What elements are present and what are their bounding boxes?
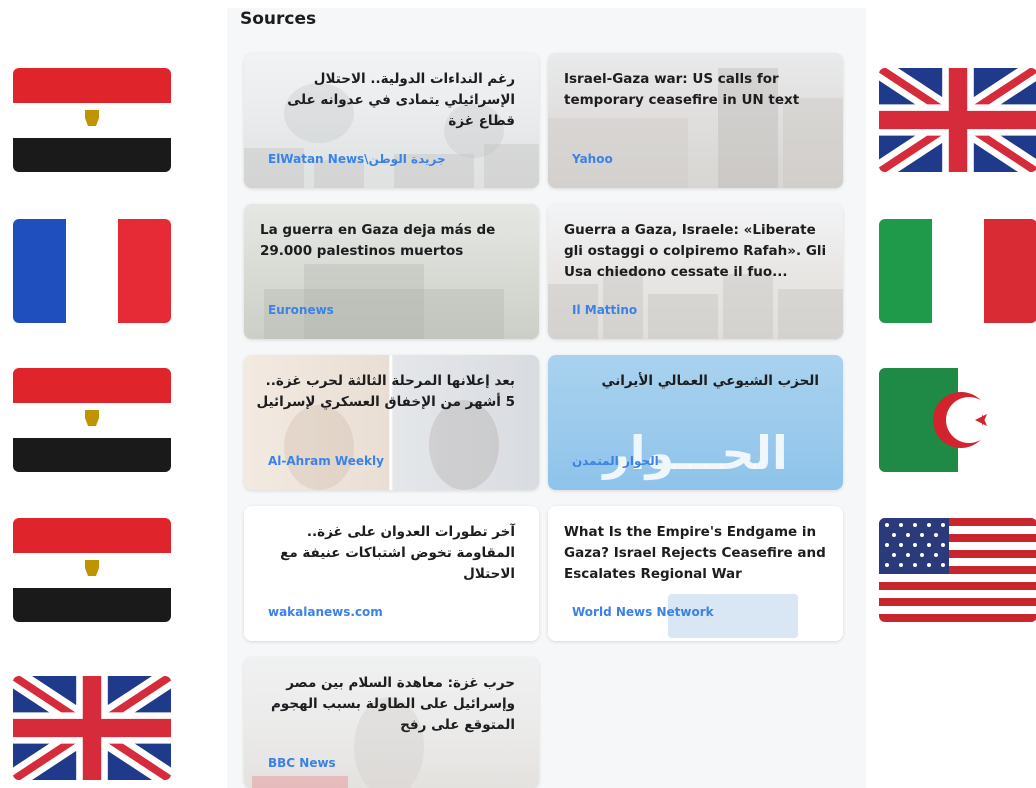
source-card-euronews[interactable]: La guerra en Gaza deja más de 29.000 pal… xyxy=(244,204,539,339)
source-card-elwatan[interactable]: رغم النداءات الدولية.. الاحتلال الإسرائي… xyxy=(244,53,539,188)
sources-heading: Sources xyxy=(240,9,317,29)
source-card-wnn[interactable]: What Is the Empire's Endgame in Gaza? Is… xyxy=(548,506,843,641)
source-card-yahoo[interactable]: Israel-Gaza war: US calls for temporary … xyxy=(548,53,843,188)
card-source[interactable]: الحوار المتمدن xyxy=(572,454,659,468)
uk-flag-icon xyxy=(879,68,1036,172)
italy-flag-icon xyxy=(879,219,1036,323)
egypt-flag-icon xyxy=(13,68,171,172)
card-title[interactable]: Guerra a Gaza, Israele: «Liberate gli os… xyxy=(564,220,827,283)
source-card-ilmattino[interactable]: Guerra a Gaza, Israele: «Liberate gli os… xyxy=(548,204,843,339)
card-title[interactable]: بعد إعلانها المرحلة الثالثة لحرب غزة.. 5… xyxy=(256,371,515,413)
card-title[interactable]: حرب غزة: معاهدة السلام بين مصر وإسرائيل … xyxy=(256,673,515,736)
source-card-hiwar[interactable]: الحـــوار الحزب الشيوعي العمالي الأيراني… xyxy=(548,355,843,490)
card-source[interactable]: BBC News xyxy=(268,756,336,770)
source-card-alahram[interactable]: بعد إعلانها المرحلة الثالثة لحرب غزة.. 5… xyxy=(244,355,539,490)
source-card-wakalanews[interactable]: آخر تطورات العدوان على غزة.. المقاومة تخ… xyxy=(244,506,539,641)
card-title[interactable]: رغم النداءات الدولية.. الاحتلال الإسرائي… xyxy=(256,69,515,132)
card-source[interactable]: Al-Ahram Weekly xyxy=(268,454,384,468)
card-source[interactable]: World News Network xyxy=(572,605,714,619)
card-title[interactable]: الحزب الشيوعي العمالي الأيراني xyxy=(560,371,819,392)
france-flag-icon xyxy=(13,219,171,323)
uk-flag-icon xyxy=(13,676,171,780)
card-title[interactable]: آخر تطورات العدوان على غزة.. المقاومة تخ… xyxy=(256,522,515,585)
card-source[interactable]: Yahoo xyxy=(572,152,613,166)
usa-flag-icon xyxy=(879,518,1036,622)
card-title[interactable]: What Is the Empire's Endgame in Gaza? Is… xyxy=(564,522,827,585)
card-source[interactable]: wakalanews.com xyxy=(268,605,383,619)
card-title[interactable]: La guerra en Gaza deja más de 29.000 pal… xyxy=(260,220,523,262)
hiwar-logo: الحـــوار xyxy=(603,426,788,480)
algeria-flag-icon xyxy=(879,368,1036,472)
card-source[interactable]: Euronews xyxy=(268,303,334,317)
egypt-flag-icon xyxy=(13,368,171,472)
card-title[interactable]: Israel-Gaza war: US calls for temporary … xyxy=(564,69,827,111)
card-source[interactable]: ElWatan News\جريدة الوطن xyxy=(268,152,446,166)
egypt-flag-icon xyxy=(13,518,171,622)
card-source[interactable]: Il Mattino xyxy=(572,303,637,317)
source-card-bbc[interactable]: حرب غزة: معاهدة السلام بين مصر وإسرائيل … xyxy=(244,657,539,788)
